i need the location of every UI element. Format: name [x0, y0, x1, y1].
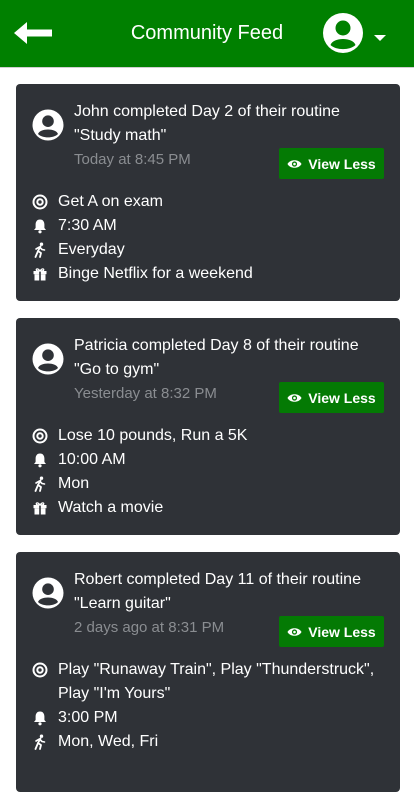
running-icon — [34, 734, 46, 750]
running-icon — [34, 242, 46, 258]
view-less-button[interactable]: View Less — [279, 148, 384, 179]
reward-text: Watch a movie — [58, 499, 164, 516]
post-headline: Robert completed Day 11 of their routine… — [74, 571, 361, 612]
eye-icon — [287, 393, 302, 402]
goal-text: Play "Runaway Train", Play "Thunderstruc… — [58, 661, 375, 702]
user-circle-icon — [32, 343, 64, 375]
page-title: Community Feed — [130, 22, 284, 44]
reminder-row: 7:30 AM — [32, 214, 384, 238]
bell-icon — [34, 453, 46, 468]
goal-row: Play "Runaway Train", Play "Thunderstruc… — [32, 658, 384, 706]
bell-icon — [34, 711, 46, 726]
app-header: Community Feed — [0, 0, 414, 68]
user-circle-icon — [32, 109, 64, 141]
frequency-text: Everyday — [58, 241, 125, 258]
reward-text: Binge Netflix for a weekend — [58, 265, 253, 282]
target-icon — [32, 662, 48, 678]
running-icon — [34, 476, 46, 492]
goal-text: Get A on exam — [58, 193, 163, 210]
user-circle-icon — [323, 13, 363, 53]
view-less-label: View Less — [308, 623, 376, 640]
user-circle-icon — [32, 577, 64, 609]
eye-icon — [287, 159, 302, 168]
post-headline: John completed Day 2 of their routine "S… — [74, 103, 340, 144]
reminder-time: 10:00 AM — [58, 451, 126, 468]
bell-icon — [34, 219, 46, 234]
reward-row: Watch a movie — [32, 496, 384, 520]
reminder-row: 10:00 AM — [32, 448, 384, 472]
gift-icon — [33, 502, 47, 515]
goal-row: Lose 10 pounds, Run a 5K — [32, 424, 384, 448]
feed-card: John completed Day 2 of their routine "S… — [16, 84, 400, 301]
frequency-row: Everyday — [32, 238, 384, 262]
gift-icon — [33, 268, 47, 281]
frequency-text: Mon — [58, 475, 90, 492]
frequency-row: Mon, Wed, Fri — [32, 730, 384, 754]
reward-row: Binge Netflix for a weekend — [32, 262, 384, 286]
profile-menu[interactable] — [322, 12, 386, 54]
back-arrow-icon[interactable] — [14, 20, 54, 46]
feed-card: Robert completed Day 11 of their routine… — [16, 552, 400, 792]
frequency-text: Mon, Wed, Fri — [58, 733, 159, 750]
feed: John completed Day 2 of their routine "S… — [0, 68, 414, 792]
view-less-label: View Less — [308, 389, 376, 406]
target-icon — [32, 194, 48, 210]
target-icon — [32, 428, 48, 444]
frequency-row: Mon — [32, 472, 384, 496]
feed-card: Patricia completed Day 8 of their routin… — [16, 318, 400, 535]
reminder-time: 3:00 PM — [58, 709, 118, 726]
eye-icon — [287, 627, 302, 636]
view-less-button[interactable]: View Less — [279, 382, 384, 413]
reminder-row: 3:00 PM — [32, 706, 384, 730]
post-headline: Patricia completed Day 8 of their routin… — [74, 337, 359, 378]
view-less-label: View Less — [308, 155, 376, 172]
goal-row: Get A on exam — [32, 190, 384, 214]
goal-text: Lose 10 pounds, Run a 5K — [58, 427, 248, 444]
caret-down-icon — [374, 35, 386, 41]
reminder-time: 7:30 AM — [58, 217, 117, 234]
view-less-button[interactable]: View Less — [279, 616, 384, 647]
